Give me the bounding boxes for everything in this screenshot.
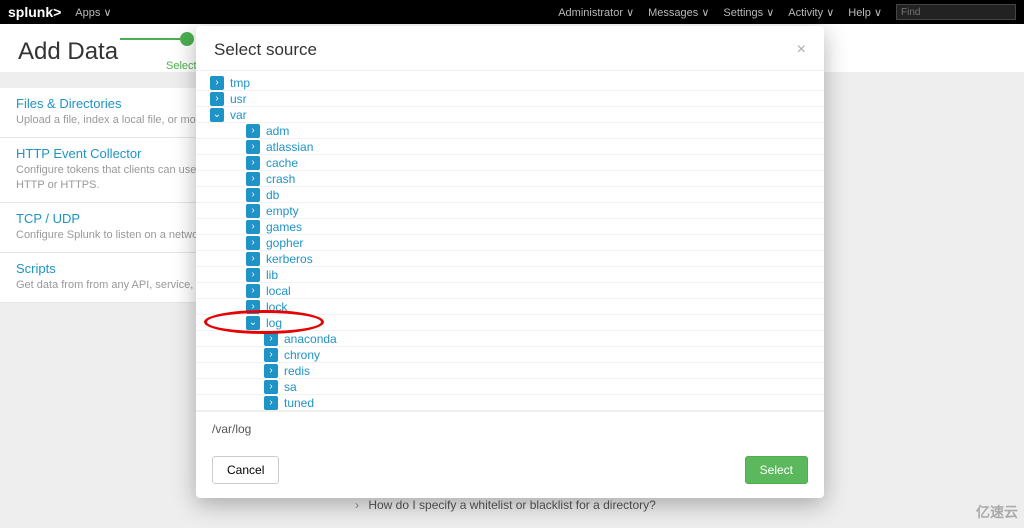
- tree-folder[interactable]: › db: [196, 187, 824, 203]
- chevron-down-icon: ∨: [103, 7, 111, 19]
- tree-node-label: log: [266, 315, 282, 331]
- folder-closed-icon[interactable]: ›: [210, 92, 224, 106]
- tree-node-label: adm: [266, 123, 289, 139]
- close-icon[interactable]: ×: [797, 41, 806, 59]
- tree-node-label: redis: [284, 363, 310, 379]
- folder-closed-icon[interactable]: ›: [246, 220, 260, 234]
- tree-folder[interactable]: › chrony: [196, 347, 824, 363]
- folder-closed-icon[interactable]: ›: [246, 172, 260, 186]
- tree-node-label: sa: [284, 379, 297, 395]
- folder-closed-icon[interactable]: ›: [264, 364, 278, 378]
- tree-folder[interactable]: › usr: [196, 91, 824, 107]
- help-disclosure[interactable]: › How do I specify a whitelist or blackl…: [355, 498, 656, 512]
- help-menu[interactable]: Help ∨: [848, 6, 882, 19]
- activity-menu[interactable]: Activity ∨: [788, 6, 834, 19]
- chevron-right-icon: ›: [355, 498, 359, 512]
- tree-folder[interactable]: › lock: [196, 299, 824, 315]
- chevron-down-icon: ∨: [626, 7, 634, 19]
- folder-closed-icon[interactable]: ›: [210, 76, 224, 90]
- chevron-down-icon: ∨: [874, 7, 882, 19]
- tree-node-label: lib: [266, 267, 278, 283]
- folder-closed-icon[interactable]: ›: [246, 188, 260, 202]
- settings-menu[interactable]: Settings ∨: [723, 6, 774, 19]
- tree-node-label: usr: [230, 91, 247, 107]
- folder-closed-icon[interactable]: ›: [246, 236, 260, 250]
- folder-open-icon[interactable]: ⌄: [246, 316, 260, 330]
- tree-node-label: tuned: [284, 395, 314, 411]
- folder-closed-icon[interactable]: ›: [264, 332, 278, 346]
- tree-folder[interactable]: › cache: [196, 155, 824, 171]
- tree-node-label: var: [230, 107, 247, 123]
- administrator-menu[interactable]: Administrator ∨: [558, 6, 634, 19]
- tree-node-label: db: [266, 187, 279, 203]
- folder-closed-icon[interactable]: ›: [246, 252, 260, 266]
- select-button[interactable]: Select: [745, 456, 808, 484]
- folder-closed-icon[interactable]: ›: [246, 268, 260, 282]
- tree-node-label: boot.log: [302, 411, 345, 412]
- global-search-input[interactable]: [896, 4, 1016, 20]
- tree-node-label: local: [266, 283, 291, 299]
- brand-logo: splunk>: [8, 4, 61, 20]
- selected-path: /var/log: [196, 411, 824, 446]
- tree-folder[interactable]: › kerberos: [196, 251, 824, 267]
- tree-folder[interactable]: › gopher: [196, 235, 824, 251]
- folder-closed-icon[interactable]: ›: [264, 348, 278, 362]
- tree-node-label: empty: [266, 203, 299, 219]
- tree-folder[interactable]: › crash: [196, 171, 824, 187]
- select-source-modal: Select source × ›tmp›usr⌄var›adm›atlassi…: [196, 26, 824, 498]
- tree-folder[interactable]: › games: [196, 219, 824, 235]
- tree-node-label: chrony: [284, 347, 320, 363]
- tree-folder[interactable]: › tmp: [196, 75, 824, 91]
- folder-closed-icon[interactable]: ›: [246, 300, 260, 314]
- tree-node-label: crash: [266, 171, 295, 187]
- tree-folder[interactable]: › adm: [196, 123, 824, 139]
- help-disclosure-label: How do I specify a whitelist or blacklis…: [368, 498, 655, 512]
- top-nav: splunk> Apps ∨ Administrator ∨ Messages …: [0, 0, 1024, 24]
- tree-folder[interactable]: › tuned: [196, 395, 824, 411]
- tree-folder[interactable]: › empty: [196, 203, 824, 219]
- messages-menu[interactable]: Messages ∨: [648, 6, 709, 19]
- folder-closed-icon[interactable]: ›: [264, 380, 278, 394]
- chevron-down-icon: ∨: [766, 7, 774, 19]
- tree-folder[interactable]: ⌄ log: [196, 315, 824, 331]
- tree-folder[interactable]: › lib: [196, 267, 824, 283]
- folder-open-icon[interactable]: ⌄: [210, 108, 224, 122]
- tree-node-label: games: [266, 219, 302, 235]
- watermark: 亿速云: [976, 502, 1018, 522]
- tree-folder[interactable]: › redis: [196, 363, 824, 379]
- wizard-stepper: Select Source: [120, 32, 194, 46]
- step-line: [120, 38, 180, 40]
- file-tree[interactable]: ›tmp›usr⌄var›adm›atlassian›cache›crash›d…: [196, 70, 824, 411]
- tree-node-label: tmp: [230, 75, 250, 91]
- tree-node-label: lock: [266, 299, 287, 315]
- cancel-button[interactable]: Cancel: [212, 456, 279, 484]
- apps-menu[interactable]: Apps ∨: [75, 6, 111, 19]
- folder-closed-icon[interactable]: ›: [246, 204, 260, 218]
- folder-closed-icon[interactable]: ›: [246, 156, 260, 170]
- tree-node-label: anaconda: [284, 331, 337, 347]
- tree-folder[interactable]: › anaconda: [196, 331, 824, 347]
- tree-node-label: cache: [266, 155, 298, 171]
- folder-closed-icon[interactable]: ›: [246, 284, 260, 298]
- tree-node-label: atlassian: [266, 139, 313, 155]
- tree-node-label: kerberos: [266, 251, 313, 267]
- tree-folder[interactable]: › sa: [196, 379, 824, 395]
- folder-closed-icon[interactable]: ›: [246, 140, 260, 154]
- chevron-down-icon: ∨: [826, 7, 834, 19]
- step-dot-current: [180, 32, 194, 46]
- folder-closed-icon[interactable]: ›: [246, 124, 260, 138]
- chevron-down-icon: ∨: [701, 7, 709, 19]
- modal-title: Select source: [214, 40, 797, 60]
- tree-folder[interactable]: › local: [196, 283, 824, 299]
- tree-folder[interactable]: ⌄ var: [196, 107, 824, 123]
- folder-closed-icon[interactable]: ›: [264, 396, 278, 410]
- tree-node-label: gopher: [266, 235, 303, 251]
- tree-folder[interactable]: › atlassian: [196, 139, 824, 155]
